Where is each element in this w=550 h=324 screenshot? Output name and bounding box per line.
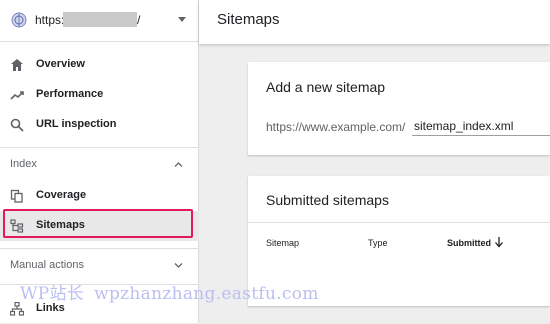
watermark-brand: WP站长	[20, 284, 85, 304]
watermark: WP站长 wpzhanzhang.eastfu.com	[20, 279, 319, 304]
property-selector[interactable]: https:// /	[0, 0, 199, 42]
section-header-index[interactable]: Index	[0, 153, 199, 177]
chevron-down-icon	[174, 263, 183, 268]
property-url-suffix: /	[137, 13, 141, 27]
sidebar: https:// / Overview Performance URL insp…	[0, 0, 199, 323]
add-sitemap-card: Add a new sitemap https://www.example.co…	[248, 62, 550, 155]
dropdown-arrow-icon[interactable]	[178, 17, 186, 22]
sidebar-item-label: URL inspection	[36, 118, 117, 130]
section-title: Index	[10, 158, 37, 170]
page-title: Sitemaps	[217, 11, 280, 28]
redacted-domain	[63, 12, 137, 27]
sitemap-url-input[interactable]	[412, 117, 550, 136]
sitemap-url-prefix: https://www.example.com/	[266, 120, 406, 134]
search-icon	[10, 118, 24, 132]
sidebar-item-label: Performance	[36, 88, 104, 100]
sidebar-item-coverage[interactable]: Coverage	[0, 181, 199, 211]
globe-icon	[11, 12, 27, 28]
arrow-down-icon[interactable]	[494, 236, 504, 248]
sidebar-item-performance[interactable]: Performance	[0, 80, 199, 110]
column-header-submitted[interactable]: Submitted	[447, 238, 491, 248]
sidebar-item-overview[interactable]: Overview	[0, 50, 199, 80]
section-title: Manual actions	[10, 259, 84, 271]
copy-icon	[10, 189, 23, 203]
sidebar-item-label: Coverage	[36, 189, 87, 201]
column-header-type[interactable]: Type	[368, 238, 388, 248]
sidebar-item-url-inspection[interactable]: URL inspection	[0, 110, 199, 140]
watermark-domain: wpzhanzhang.eastfu.com	[94, 284, 319, 304]
home-icon	[11, 59, 23, 71]
divider	[248, 222, 550, 223]
divider	[0, 147, 199, 148]
card-title: Add a new sitemap	[266, 79, 386, 95]
highlight-box	[3, 209, 193, 238]
sidebar-item-label: Overview	[36, 58, 85, 70]
column-header-sitemap[interactable]: Sitemap	[266, 238, 299, 248]
trending-up-icon	[10, 91, 24, 100]
chevron-up-icon	[174, 162, 183, 167]
card-title: Submitted sitemaps	[266, 192, 389, 208]
section-header-manual-actions[interactable]: Manual actions	[0, 254, 199, 278]
links-icon	[10, 302, 24, 316]
divider	[0, 248, 199, 249]
page-header: Sitemaps	[199, 0, 550, 44]
